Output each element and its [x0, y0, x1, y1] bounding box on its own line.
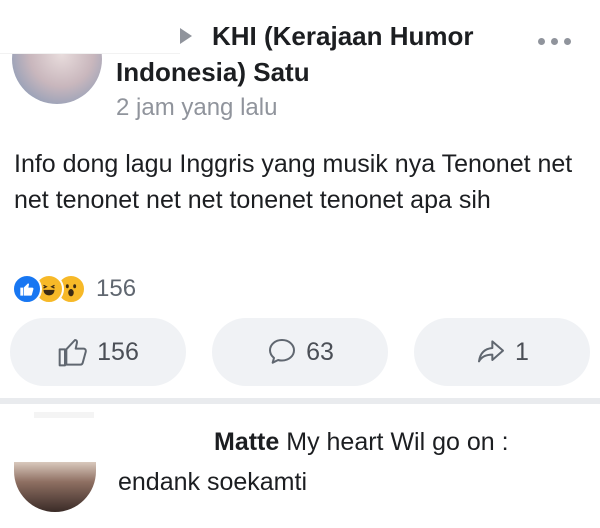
- section-divider: [0, 398, 600, 404]
- comment-button[interactable]: 63: [212, 318, 388, 386]
- post-header: KHI (Kerajaan Humor Indonesia) Satu 2 ja…: [0, 0, 600, 130]
- more-options-icon[interactable]: [538, 34, 582, 48]
- group-name-link[interactable]: KHI (Kerajaan Humor Indonesia) Satu: [116, 18, 516, 90]
- post-body-text: Info dong lagu Inggris yang musik nya Te…: [14, 150, 573, 214]
- reaction-summary[interactable]: 156: [12, 272, 136, 306]
- comment-count: 63: [306, 337, 334, 366]
- share-arrow-icon: [478, 340, 505, 363]
- commenter-avatar[interactable]: [14, 462, 96, 512]
- post-timestamp[interactable]: 2 jam yang lalu: [116, 94, 277, 122]
- like-button[interactable]: 156: [10, 318, 186, 386]
- like-count: 156: [97, 337, 139, 366]
- comment-text-part2: endank soekamti: [118, 468, 308, 496]
- comment-bubble-icon: [269, 339, 296, 364]
- thumbs-up-icon: [58, 339, 88, 367]
- comment-author-link[interactable]: Matte: [214, 428, 279, 456]
- share-count: 1: [515, 337, 529, 366]
- comment-divider: [34, 412, 94, 418]
- comment-text-part1: My heart Wil go on :: [286, 428, 509, 456]
- reaction-count: 156: [96, 275, 137, 302]
- action-bar: 156 63 1: [10, 318, 590, 386]
- comment-item: Matte My heart Wil go on : endank soekam…: [0, 412, 600, 528]
- share-button[interactable]: 1: [414, 318, 590, 386]
- comment-first-line: Matte My heart Wil go on :: [214, 428, 509, 457]
- like-reaction-icon: [12, 274, 42, 304]
